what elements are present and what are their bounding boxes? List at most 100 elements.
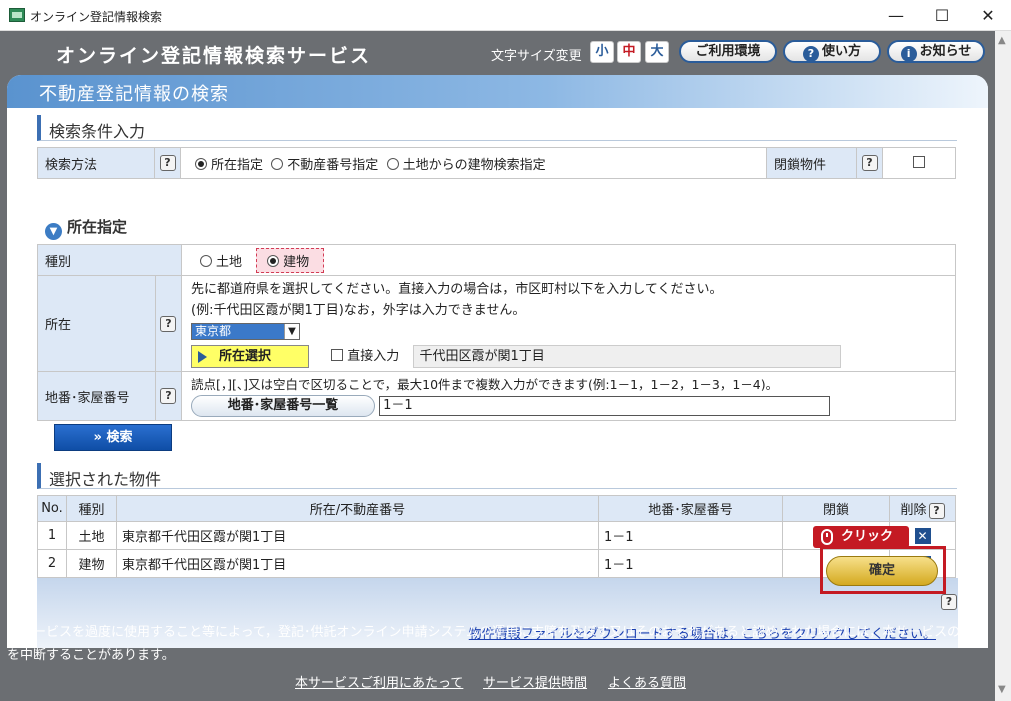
font-large-button[interactable]: 大 (645, 41, 669, 63)
location-subhead-label: 所在指定 (67, 218, 128, 236)
radio-on-icon (267, 254, 280, 267)
col-delete: 削除? (889, 495, 956, 522)
font-medium-button[interactable]: 中 (617, 41, 641, 63)
vertical-scrollbar[interactable]: ▲ ▼ (995, 31, 1011, 701)
lot-cell: 読点[，][、]又は空白で区切ることで，最大10件まで複数入力ができます(例:1… (181, 371, 956, 421)
method-radio-location[interactable]: 所在指定 (195, 157, 263, 173)
method-radio-building[interactable]: 土地からの建物検索指定 (386, 157, 546, 173)
closed-checkbox-cell (882, 147, 956, 179)
closed-label: 閉鎖物件 (766, 147, 857, 179)
howto-button[interactable]: ? 使い方 (783, 40, 881, 63)
row-type: 土地 (66, 521, 117, 550)
row-address: 東京都千代田区霞が関1丁目 (116, 549, 599, 578)
method-option-label: 土地からの建物検索指定 (402, 157, 546, 173)
service-title: オンライン登記情報検索サービス (56, 45, 372, 67)
window-title: オンライン登記情報検索 (30, 10, 163, 24)
lot-hint: 読点[，][、]又は空白で区切ることで，最大10件まで複数入力ができます(例:1… (191, 377, 779, 392)
delete-icon[interactable]: ✕ (914, 527, 931, 544)
method-options: 所在指定 不動産番号指定 土地からの建物検索指定 (180, 147, 767, 179)
radio-off-icon (200, 254, 212, 267)
maximize-button[interactable]: ☐ (919, 0, 965, 31)
prefecture-value: 東京都 (195, 324, 232, 338)
font-small-button[interactable]: 小 (590, 41, 614, 63)
col-no: No. (37, 495, 67, 522)
row-no: 2 (37, 549, 67, 578)
click-callout: クリック (813, 526, 909, 548)
info-icon: i (900, 46, 917, 62)
radio-off-icon (386, 157, 399, 170)
help-icon[interactable]: ? (861, 155, 878, 171)
footer-link-hours[interactable]: サービス提供時間 (483, 672, 587, 691)
close-button[interactable]: ✕ (965, 0, 1011, 31)
col-delete-label: 削除 (900, 502, 927, 518)
method-option-label: 不動産番号指定 (287, 157, 379, 173)
help-icon[interactable]: ? (160, 315, 177, 332)
env-button[interactable]: ご利用環境 (679, 40, 777, 63)
scroll-down-icon[interactable]: ▼ (998, 684, 1006, 695)
direct-input-checkbox[interactable] (331, 349, 344, 361)
selected-section-label: 選択された物件 (49, 470, 162, 489)
usage-notice: 本サービスを過度に使用すること等によって，登記･供託オンライン申請システムの運用… (7, 625, 987, 663)
type-options: 土地 建物 (181, 244, 956, 276)
method-table: 検索方法 ? 所在指定 不動産番号指定 土地からの建物検索指定 閉鎖物件 ? (37, 147, 956, 179)
radio-off-icon (271, 157, 284, 170)
type-radio-land[interactable]: 土地 (200, 254, 242, 270)
address-help-cell: ? (154, 275, 183, 372)
selected-section-title: 選択された物件 (37, 463, 957, 489)
scroll-up-icon[interactable]: ▲ (998, 35, 1006, 46)
row-lot: 1－1 (598, 521, 783, 550)
mouse-icon (821, 529, 833, 545)
direct-input-label: 直接入力 (347, 349, 400, 364)
howto-label: 使い方 (821, 44, 861, 59)
window-titlebar: オンライン登記情報検索 — ☐ ✕ (0, 0, 1011, 31)
method-help-cell: ? (154, 147, 181, 179)
select-row: 所在選択 直接入力 千代田区霞が関1丁目 (191, 345, 955, 368)
table-row: 2 建物 東京都千代田区霞が関1丁目 1－1 ✕ (37, 549, 956, 578)
method-radio-number[interactable]: 不動産番号指定 (271, 157, 379, 173)
page-title: 不動産登記情報の検索 (39, 84, 229, 105)
chevron-down-icon: ▼ (284, 324, 299, 339)
notice-label: お知らせ (919, 44, 972, 59)
prefecture-select[interactable]: 東京都 ▼ (191, 323, 300, 340)
lot-label: 地番･家屋番号 (37, 371, 156, 421)
help-icon[interactable]: ? (941, 594, 957, 610)
help-icon[interactable]: ? (159, 155, 176, 171)
play-icon (198, 351, 207, 363)
criteria-section-title: 検索条件入力 (37, 115, 957, 141)
footer-link-terms[interactable]: 本サービスご利用にあたって (295, 672, 463, 691)
footer-link-faq[interactable]: よくある質問 (608, 672, 686, 691)
row-type: 建物 (66, 549, 117, 578)
method-label: 検索方法 (37, 147, 155, 179)
help-icon[interactable]: ? (928, 502, 945, 519)
page-band: 不動産登記情報の検索 (7, 75, 988, 108)
row-no: 1 (37, 521, 67, 550)
col-address: 所在/不動産番号 (116, 495, 599, 522)
closed-checkbox[interactable] (913, 155, 925, 168)
closed-help-cell: ? (856, 147, 883, 179)
app-icon (9, 8, 25, 22)
address-hint-1: 先に都道府県を選択してください。直接入力の場合は，市区町村以下を入力してください… (191, 282, 723, 297)
minimize-button[interactable]: — (873, 0, 919, 31)
row-address: 東京都千代田区霞が関1丁目 (116, 521, 599, 550)
direct-input-toggle[interactable]: 直接入力 (331, 349, 399, 364)
radio-on-icon (195, 157, 207, 170)
location-subhead: ▼ 所在指定 (45, 216, 127, 240)
help-icon[interactable]: ? (160, 388, 177, 404)
lot-list-button[interactable]: 地番･家屋番号一覧 (191, 395, 375, 417)
notice-button[interactable]: i お知らせ (887, 40, 985, 63)
address-hint-2: (例:千代田区霞が関1丁目)なお，外字は入力できません。 (191, 303, 526, 318)
lot-input[interactable]: 1－1 (379, 396, 831, 416)
type-radio-building[interactable]: 建物 (256, 247, 325, 273)
type-option-label: 建物 (283, 254, 310, 270)
criteria-section-label: 検索条件入力 (49, 122, 146, 141)
main-area: オンライン登記情報検索サービス 文字サイズ変更 小 中 大 ご利用環境 ? 使い方… (0, 31, 995, 701)
address-field[interactable]: 千代田区霞が関1丁目 (413, 345, 842, 368)
font-size-label: 文字サイズ変更 (491, 49, 582, 64)
row-lot: 1－1 (598, 549, 783, 578)
lot-help-cell: ? (154, 371, 183, 421)
prefecture-row: 東京都 ▼ (191, 321, 955, 343)
search-button[interactable]: » 検索 (54, 424, 172, 451)
confirm-button[interactable]: 確定 (826, 556, 938, 586)
location-select-button[interactable]: 所在選択 (191, 345, 309, 368)
col-type: 種別 (66, 495, 117, 522)
